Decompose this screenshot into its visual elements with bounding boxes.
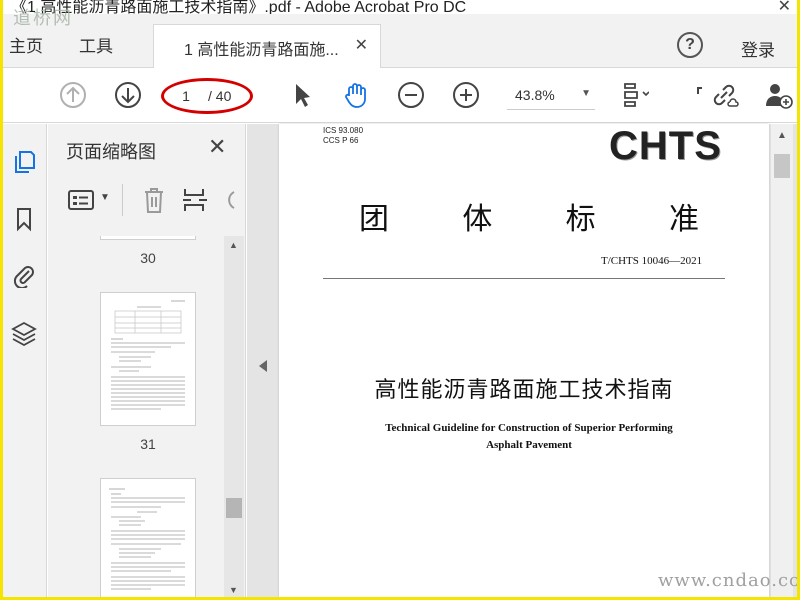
- thumbnails-close-button[interactable]: ✕: [208, 134, 226, 160]
- thumbnail-content: [109, 488, 185, 590]
- hand-tool-icon[interactable]: [341, 80, 371, 110]
- document-scrollbar[interactable]: ▲: [771, 124, 793, 597]
- chevron-up-icon[interactable]: ▲: [777, 130, 787, 141]
- thumbnails-panel-title: 页面缩略图: [66, 142, 156, 162]
- standard-type-char: 体: [462, 202, 493, 237]
- share-link-icon[interactable]: [709, 80, 739, 110]
- previous-page-icon[interactable]: [58, 80, 88, 110]
- thumbnail-page-30[interactable]: [100, 236, 196, 240]
- page-thumbnails-icon[interactable]: [11, 148, 37, 174]
- menu-bar: 主页 工具 1 高性能沥青路面施... ✕ ? 登录: [3, 14, 797, 69]
- header-rule: [323, 278, 725, 279]
- left-icon-rail: [3, 124, 47, 597]
- scrollbar-thumb[interactable]: [774, 154, 790, 178]
- zoom-out-icon[interactable]: [396, 80, 426, 110]
- document-tab[interactable]: 1 高性能沥青路面施... ✕: [153, 24, 381, 69]
- thumbnail-page-31[interactable]: [100, 292, 196, 426]
- attachment-icon[interactable]: [11, 262, 37, 288]
- title-en-line: Asphalt Pavement: [486, 439, 572, 451]
- document-tab-label: 1 高性能沥青路面施...: [184, 42, 339, 59]
- collapse-panel-icon[interactable]: [259, 360, 267, 372]
- zoom-value: 43.8%: [515, 87, 555, 103]
- thumbnails-scrollbar[interactable]: ▲ ▼: [224, 236, 244, 597]
- document-tab-close-button[interactable]: ✕: [355, 35, 368, 55]
- thumbnail-label: 30: [140, 250, 156, 266]
- page-fit-icon[interactable]: [619, 80, 649, 110]
- help-button[interactable]: ?: [677, 32, 703, 58]
- window-title: 《1 高性能沥青路面施工技术指南》.pdf - Adobe Acrobat Pr…: [11, 0, 467, 14]
- menu-home[interactable]: 主页: [9, 32, 43, 57]
- standard-type-char: 准: [668, 202, 699, 237]
- layers-icon[interactable]: [11, 320, 37, 346]
- title-bar: 《1 高性能沥青路面施工技术指南》.pdf - Adobe Acrobat Pr…: [3, 0, 797, 14]
- insert-page-icon[interactable]: [182, 186, 208, 214]
- ics-code: ICS 93.080: [323, 126, 364, 135]
- zoom-in-icon[interactable]: [451, 80, 481, 110]
- add-user-icon[interactable]: [763, 80, 793, 110]
- chevron-down-icon[interactable]: ▼: [229, 585, 238, 595]
- document-title-en: Technical Guideline for Construction of …: [369, 420, 689, 454]
- delete-page-icon[interactable]: [142, 186, 166, 214]
- chevron-down-icon: ▼: [581, 88, 591, 99]
- standard-number: T/CHTS 10046—2021: [601, 255, 703, 267]
- rotate-page-icon[interactable]: [222, 188, 236, 212]
- thumbnail-page-32[interactable]: [100, 478, 196, 597]
- chevron-down-icon[interactable]: ▼: [100, 192, 110, 203]
- standard-type-heading: 团 体 标 准: [359, 194, 699, 238]
- document-view: ICS 93.080 CCS P 66 CHTS 团 体 标 准 T/CHTS …: [247, 124, 797, 597]
- chevron-up-icon[interactable]: ▲: [229, 240, 238, 250]
- pdf-page: ICS 93.080 CCS P 66 CHTS 团 体 标 准 T/CHTS …: [279, 124, 769, 597]
- thumbnail-options-icon[interactable]: [68, 188, 94, 212]
- window-close-button[interactable]: ✕: [778, 0, 791, 14]
- next-page-icon[interactable]: [113, 80, 143, 110]
- login-button[interactable]: 登录: [741, 36, 775, 61]
- watermark-bottom: www.cndao.com: [658, 570, 797, 591]
- acrobat-window: 《1 高性能沥青路面施工技术指南》.pdf - Adobe Acrobat Pr…: [3, 0, 797, 597]
- scrollbar-thumb[interactable]: [226, 498, 242, 518]
- zoom-select[interactable]: 43.8% ▼: [507, 82, 595, 110]
- toolbar-divider: [122, 184, 123, 216]
- thumbnails-panel: 页面缩略图 ✕ ▼ 30 31 ▲ ▼: [48, 124, 246, 597]
- watermark-top: 道桥网: [13, 8, 73, 29]
- annotation-circle: [161, 78, 253, 114]
- thumbnails-toolbar: ▼: [48, 174, 246, 230]
- standard-type-char: 标: [565, 202, 596, 237]
- menu-tools[interactable]: 工具: [79, 32, 113, 57]
- ccs-code: CCS P 66: [323, 136, 359, 145]
- thumbnail-label: 31: [140, 436, 156, 452]
- document-title-cn: 高性能沥青路面施工技术指南: [374, 377, 674, 402]
- classification-codes: ICS 93.080 CCS P 66: [323, 126, 363, 146]
- title-en-line: Technical Guideline for Construction of …: [385, 422, 673, 434]
- thumbnail-content: [111, 300, 185, 410]
- chts-logo: CHTS: [609, 124, 722, 168]
- standard-type-char: 团: [359, 202, 389, 237]
- select-arrow-icon[interactable]: [287, 80, 317, 110]
- toolbar: 1 / 40 43.8% ▼: [3, 68, 797, 123]
- bookmark-icon[interactable]: [11, 206, 37, 232]
